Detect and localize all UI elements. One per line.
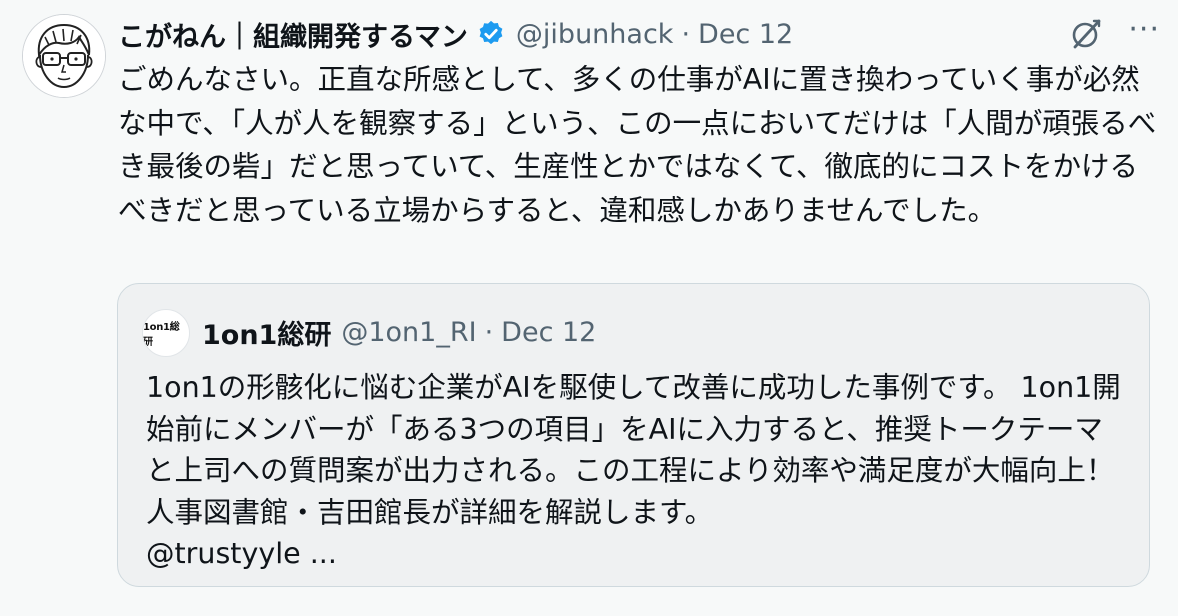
quoted-tweet-body: 1on1の形骸化に悩む企業がAIを駆使して改善に成功した事例です。 1on1開始… xyxy=(146,371,1121,570)
tweet-date[interactable]: Dec 12 xyxy=(698,19,793,50)
tweet-actions-top: ··· xyxy=(1068,14,1160,54)
header-separator: · xyxy=(681,18,691,50)
tweet[interactable]: こがねん｜組織開発するマン @jibunhack · Dec 12 ··· ごめ… xyxy=(0,0,1178,616)
illustrated-man-avatar-icon xyxy=(23,15,105,97)
tweet-body: ごめんなさい。正直な所感として、多くの仕事がAIに置き換わっていく事が必然な中で… xyxy=(118,63,1157,227)
quoted-tweet-header: 1on1総研 @1on1_RI · Dec 12 xyxy=(202,312,596,352)
quoted-tweet-date[interactable]: Dec 12 xyxy=(501,317,596,348)
grok-icon[interactable] xyxy=(1068,16,1104,52)
quoted-header-separator: · xyxy=(484,316,494,348)
author-avatar[interactable] xyxy=(22,14,106,98)
quoted-author-avatar[interactable]: 1on1総研 xyxy=(142,309,190,357)
quoted-author-handle[interactable]: @1on1_RI xyxy=(341,317,476,348)
verified-badge-icon[interactable] xyxy=(476,19,506,49)
quoted-author-name[interactable]: 1on1総研 xyxy=(202,313,331,352)
more-options-icon[interactable]: ··· xyxy=(1128,15,1160,45)
author-handle[interactable]: @jibunhack xyxy=(516,19,674,50)
quoted-avatar-logo-text: 1on1総研 xyxy=(143,322,180,348)
author-name[interactable]: こがねん｜組織開発するマン xyxy=(118,15,468,54)
quoted-tweet[interactable]: 1on1総研 1on1総研 @1on1_RI · Dec 12 1on1の形骸化… xyxy=(117,283,1150,587)
tweet-header: こがねん｜組織開発するマン @jibunhack · Dec 12 xyxy=(118,14,793,54)
